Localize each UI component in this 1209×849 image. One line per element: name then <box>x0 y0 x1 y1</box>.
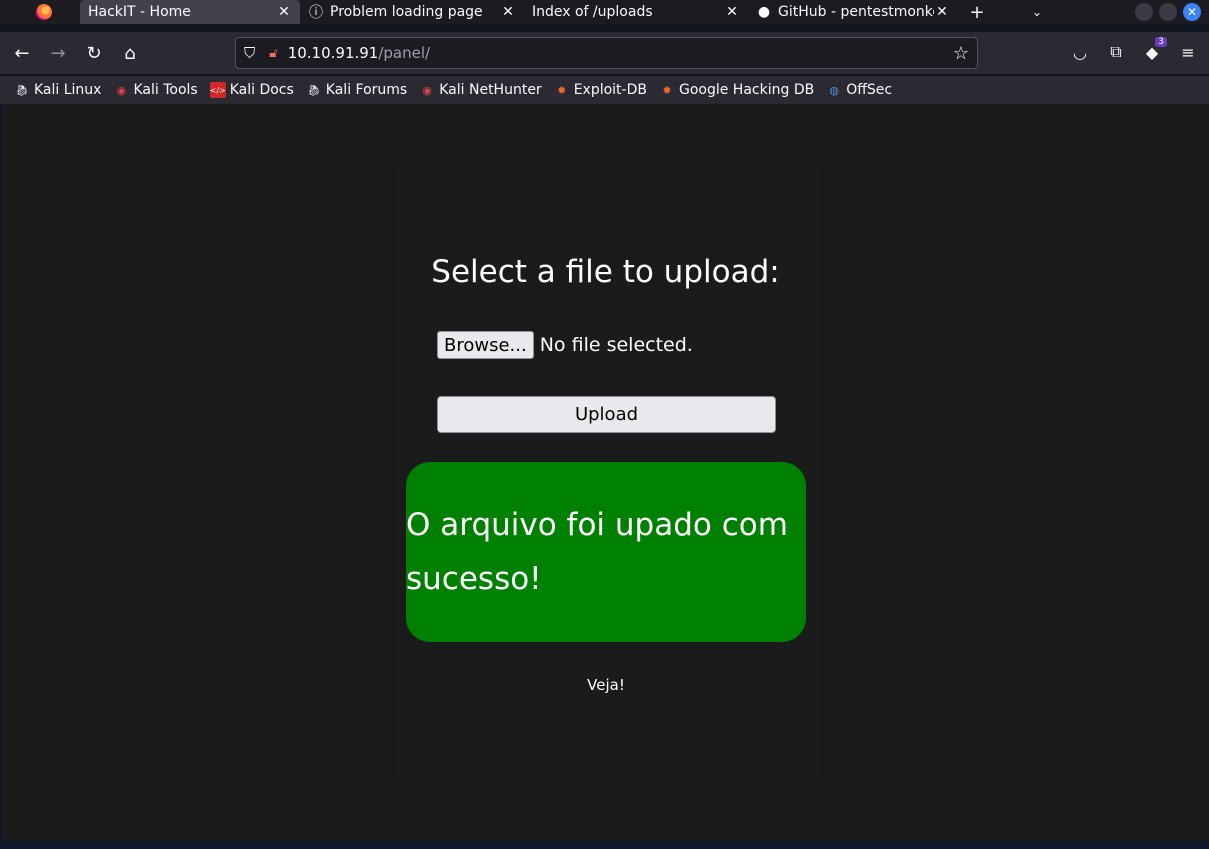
close-window-button[interactable]: ✕ <box>1183 3 1201 21</box>
home-icon[interactable]: ⌂ <box>116 39 144 67</box>
bookmark-google-hacking-db[interactable]: ✹ Google Hacking DB <box>659 82 814 98</box>
minimize-button[interactable] <box>1135 3 1153 21</box>
kali-dragon-icon: 🐉︎ <box>306 83 321 97</box>
tab-problem-loading[interactable]: ⓘ Problem loading page ✕ <box>300 0 524 24</box>
bookmark-label: OffSec <box>846 82 893 98</box>
tab-close-icon[interactable]: ✕ <box>276 4 292 20</box>
offsec-icon: ◍ <box>829 83 839 97</box>
desktop-strip <box>0 841 1209 849</box>
hamburger-menu-icon[interactable]: ≡ <box>1175 39 1201 65</box>
bookmark-exploit-db[interactable]: ✹ Exploit-DB <box>554 82 647 98</box>
kali-tools-icon: ◉ <box>116 83 127 97</box>
info-icon: ⓘ <box>309 5 323 21</box>
tab-hackit-home[interactable]: HackIT - Home ✕ <box>80 0 300 24</box>
tab-title: Index of /uploads <box>532 4 653 20</box>
navigation-toolbar: ← → ↻ ⌂ ⛉ 🔓︎ 10.10.91.91/panel/ ☆ ◡ ⧉ ◆ 3… <box>0 32 1209 74</box>
new-tab-button[interactable]: + <box>962 2 992 23</box>
tab-title: GitHub - pentestmonkey/ <box>778 4 934 20</box>
bookmark-kali-docs[interactable]: </> Kali Docs <box>210 82 294 98</box>
exploit-db-icon: ✹ <box>662 83 672 97</box>
file-input[interactable]: Browse... No file selected. <box>437 331 693 359</box>
browse-button[interactable]: Browse... <box>437 331 534 359</box>
success-message-box: O arquivo foi upado com sucesso! <box>406 462 806 642</box>
bookmark-label: Kali Linux <box>34 82 102 98</box>
tab-github[interactable]: ● GitHub - pentestmonkey/ ✕ <box>748 0 958 24</box>
kali-dragon-icon: 🐉︎ <box>15 83 29 97</box>
bookmark-kali-nethunter[interactable]: ◉ Kali NetHunter <box>419 82 541 98</box>
bookmark-label: Kali Tools <box>133 82 198 98</box>
bookmark-offsec[interactable]: ◍ OffSec <box>826 82 892 98</box>
url-bar[interactable]: ⛉ 🔓︎ 10.10.91.91/panel/ ☆ <box>235 37 978 69</box>
tab-title: Problem loading page <box>330 4 483 20</box>
back-arrow-icon[interactable]: ← <box>8 39 36 67</box>
firefox-logo-icon[interactable] <box>36 4 52 20</box>
bookmark-label: Google Hacking DB <box>678 82 815 98</box>
list-tabs-chevron-down-icon[interactable]: ⌄ <box>1022 5 1052 19</box>
extension-badge: 3 <box>1155 37 1167 47</box>
bookmark-label: Kali Forums <box>325 82 408 98</box>
tab-title: HackIT - Home <box>88 4 191 20</box>
tab-close-icon[interactable]: ✕ <box>934 4 950 20</box>
insecure-lock-icon[interactable]: 🔓︎ <box>269 46 277 61</box>
github-icon: ● <box>757 4 771 20</box>
forward-arrow-icon[interactable]: → <box>44 39 72 67</box>
bookmark-label: Kali Docs <box>229 82 294 98</box>
kali-docs-icon: </> <box>210 82 226 98</box>
page-title: Select a file to upload: <box>431 254 780 290</box>
success-message: O arquivo foi upado com sucesso! <box>406 507 788 597</box>
tab-bar: HackIT - Home ✕ ⓘ Problem loading page ✕… <box>0 0 1209 24</box>
bookmark-star-icon[interactable]: ☆ <box>953 43 969 64</box>
bookmark-kali-forums[interactable]: 🐉︎ Kali Forums <box>306 82 407 98</box>
kali-tools-icon: ◉ <box>422 83 433 97</box>
shield-icon[interactable]: ⛉ <box>244 44 255 62</box>
extensions-puzzle-icon[interactable]: ⧉ <box>1103 39 1129 65</box>
url-host: 10.10.91.91 <box>287 44 379 62</box>
tab-close-icon[interactable]: ✕ <box>724 4 740 20</box>
extension-icon[interactable]: ◆ 3 <box>1139 37 1167 65</box>
veja-link[interactable]: Veja! <box>406 676 806 694</box>
maximize-button[interactable] <box>1159 3 1177 21</box>
file-status-text: No file selected. <box>539 334 693 356</box>
exploit-db-icon: ✹ <box>557 83 567 97</box>
tab-close-icon[interactable]: ✕ <box>500 4 516 20</box>
reload-icon[interactable]: ↻ <box>80 39 108 67</box>
bookmark-label: Exploit-DB <box>573 82 647 98</box>
bookmarks-toolbar: 🐉︎ Kali Linux ◉ Kali Tools </> Kali Docs… <box>0 76 1209 104</box>
bookmark-kali-linux[interactable]: 🐉︎ Kali Linux <box>14 82 101 98</box>
page-viewport: Select a file to upload: Browse... No fi… <box>2 104 1209 841</box>
tab-index-uploads[interactable]: Index of /uploads ✕ <box>524 0 748 24</box>
url-path: /panel/ <box>378 44 431 62</box>
upload-button[interactable]: Upload <box>437 396 776 433</box>
bookmark-label: Kali NetHunter <box>439 82 542 98</box>
bookmark-kali-tools[interactable]: ◉ Kali Tools <box>113 82 198 98</box>
pocket-icon[interactable]: ◡ <box>1067 39 1093 65</box>
